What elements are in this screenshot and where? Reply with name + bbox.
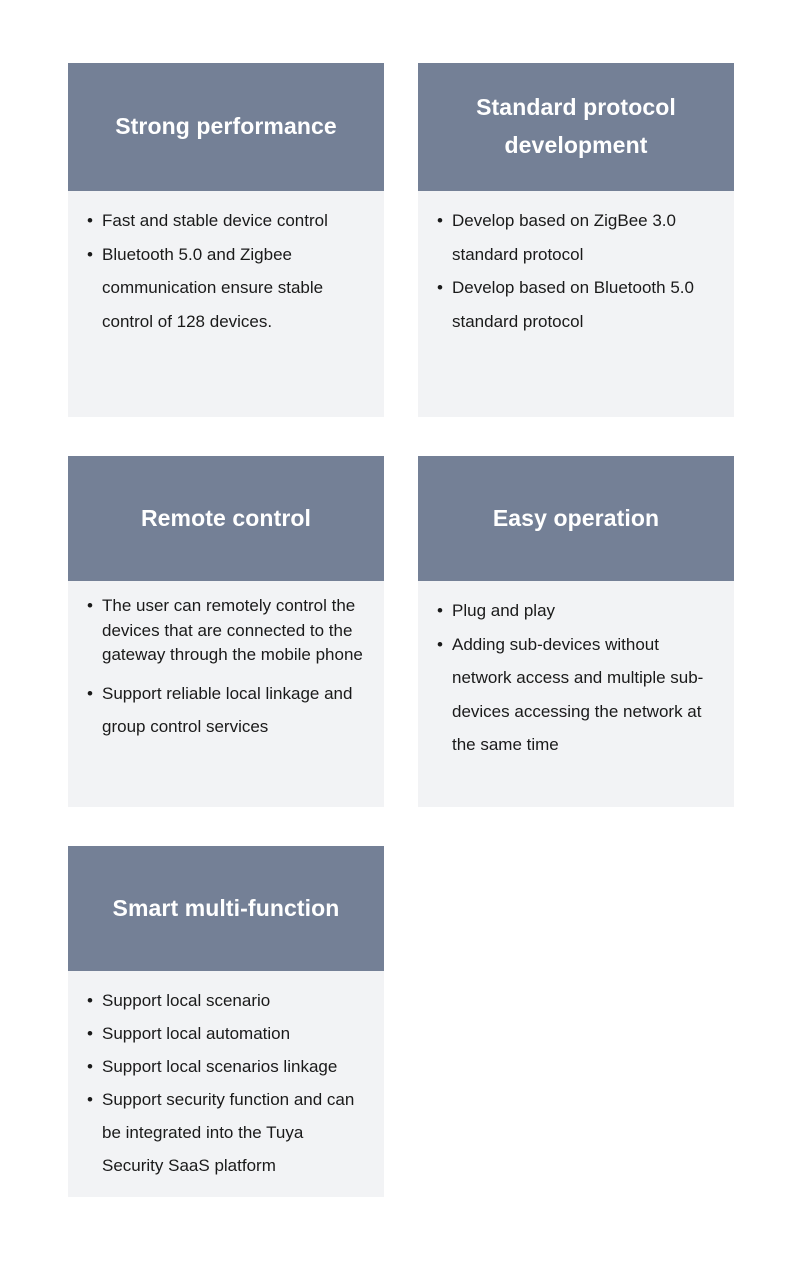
bullet-point-icon: • bbox=[87, 244, 93, 264]
card-body-remote-control: • The user can remotely control the devi… bbox=[68, 581, 384, 754]
card-header-smart-multifunction: Smart multi-function bbox=[68, 846, 384, 971]
bullet-point-icon: • bbox=[87, 991, 93, 1010]
list-item: • Plug and play bbox=[437, 594, 718, 628]
card-body-strong-performance: • Fast and stable device control • Bluet… bbox=[68, 191, 384, 348]
feature-card-strong-performance: Strong performance • Fast and stable dev… bbox=[68, 63, 384, 417]
bullet-point-icon: • bbox=[87, 1090, 93, 1109]
bullet-point-icon: • bbox=[437, 634, 443, 654]
card-title: Standard protocol development bbox=[476, 94, 676, 158]
card-body-standard-protocol: • Develop based on ZigBee 3.0 standard p… bbox=[418, 191, 734, 348]
list-item-text: Support local scenarios linkage bbox=[102, 1057, 338, 1076]
card-header-easy-operation: Easy operation bbox=[418, 456, 734, 581]
list-item-text: The user can remotely control the device… bbox=[102, 596, 363, 664]
bullet-point-icon: • bbox=[87, 683, 93, 703]
list-item: • Support security function and can be i… bbox=[87, 1083, 368, 1182]
list-item: • Support local scenario bbox=[87, 984, 368, 1017]
list-item: • Support reliable local linkage and gro… bbox=[87, 677, 368, 744]
feature-card-smart-multifunction: Smart multi-function • Support local sce… bbox=[68, 846, 384, 1197]
bullet-point-icon: • bbox=[87, 1057, 93, 1076]
list-item-text: Support local scenario bbox=[102, 991, 271, 1010]
bullet-point-icon: • bbox=[87, 596, 93, 615]
list-item-text: Plug and play bbox=[452, 601, 556, 620]
list-item-text: Fast and stable device control bbox=[102, 211, 328, 230]
list-item-text: Develop based on ZigBee 3.0 standard pro… bbox=[452, 211, 676, 264]
list-item: • Develop based on ZigBee 3.0 standard p… bbox=[437, 204, 718, 271]
card-header-standard-protocol: Standard protocol development bbox=[418, 63, 734, 191]
list-item: • Bluetooth 5.0 and Zigbee communication… bbox=[87, 238, 368, 339]
list-item-text: Support local automation bbox=[102, 1024, 291, 1043]
list-item: • Support local scenarios linkage bbox=[87, 1050, 368, 1083]
list-item: • Fast and stable device control bbox=[87, 204, 368, 238]
bullet-list: • Develop based on ZigBee 3.0 standard p… bbox=[437, 204, 718, 338]
list-item-text: Develop based on Bluetooth 5.0 standard … bbox=[452, 278, 694, 331]
card-header-remote-control: Remote control bbox=[68, 456, 384, 581]
bullet-list: • Support local scenario • Support local… bbox=[87, 984, 368, 1182]
list-item-text: Support security function and can be int… bbox=[102, 1090, 355, 1175]
list-item: • Adding sub-devices without network acc… bbox=[437, 628, 718, 762]
card-title: Remote control bbox=[140, 504, 312, 531]
card-title: Smart multi-function bbox=[112, 894, 340, 921]
list-item-text: Bluetooth 5.0 and Zigbee communication e… bbox=[102, 244, 324, 331]
list-item-text: Support reliable local linkage and group… bbox=[102, 683, 353, 737]
bullet-point-icon: • bbox=[437, 211, 443, 230]
card-header-strong-performance: Strong performance bbox=[68, 63, 384, 191]
bullet-point-icon: • bbox=[87, 1024, 93, 1043]
card-body-smart-multifunction: • Support local scenario • Support local… bbox=[68, 971, 384, 1192]
bullet-list: • Plug and play • Adding sub-devices wit… bbox=[437, 594, 718, 762]
feature-card-remote-control: Remote control • The user can remotely c… bbox=[68, 456, 384, 807]
card-title: Strong performance bbox=[115, 113, 337, 140]
feature-card-standard-protocol: Standard protocol development • Develop … bbox=[418, 63, 734, 417]
bullet-point-icon: • bbox=[437, 278, 443, 297]
feature-card-grid: Strong performance • Fast and stable dev… bbox=[0, 0, 790, 1269]
list-item-text: Adding sub-devices without network acces… bbox=[452, 634, 704, 755]
feature-card-easy-operation: Easy operation • Plug and play • Adding … bbox=[418, 456, 734, 807]
bullet-point-icon: • bbox=[87, 211, 93, 230]
bullet-point-icon: • bbox=[437, 601, 443, 620]
card-body-easy-operation: • Plug and play • Adding sub-devices wit… bbox=[418, 581, 734, 772]
list-item: • Support local automation bbox=[87, 1017, 368, 1050]
card-title: Easy operation bbox=[492, 504, 660, 531]
list-item: • The user can remotely control the devi… bbox=[87, 594, 368, 668]
bullet-list: • Fast and stable device control • Bluet… bbox=[87, 204, 368, 338]
list-item: • Develop based on Bluetooth 5.0 standar… bbox=[437, 271, 718, 338]
bullet-list: • The user can remotely control the devi… bbox=[87, 594, 368, 744]
